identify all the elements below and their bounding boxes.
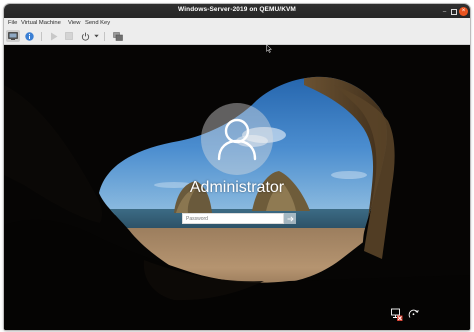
mouse-cursor <box>266 44 272 53</box>
power-icon <box>81 32 89 41</box>
password-input[interactable] <box>182 213 284 224</box>
menu-file[interactable]: File <box>8 20 17 26</box>
toolbar-separator <box>104 32 105 41</box>
vm-display[interactable]: Administrator <box>4 45 470 330</box>
pause-button[interactable] <box>62 30 76 42</box>
toolbar-separator <box>41 32 42 41</box>
window-title: Windows-Server-2019 on QEMU/KVM <box>178 6 296 13</box>
menu-bar: File Virtual Machine View Send Key <box>4 18 470 28</box>
maximize-button[interactable] <box>449 7 458 16</box>
username-label: Administrator <box>189 179 285 196</box>
close-button[interactable]: × <box>459 7 468 16</box>
details-button[interactable] <box>22 30 36 42</box>
snapshot-icon <box>113 31 123 41</box>
vm-viewer-window: Windows-Server-2019 on QEMU/KVM – × File… <box>4 4 470 330</box>
network-button[interactable] <box>389 307 403 321</box>
console-icon <box>8 32 18 40</box>
menu-virtual-machine[interactable]: Virtual Machine <box>21 20 61 26</box>
close-icon: × <box>461 7 466 15</box>
run-button[interactable] <box>47 30 61 42</box>
info-icon <box>24 31 34 41</box>
run-icon <box>51 32 58 40</box>
pause-icon <box>65 32 73 40</box>
menu-view[interactable]: View <box>68 20 80 26</box>
ease-of-access-icon <box>408 309 419 318</box>
minimize-button[interactable]: – <box>440 7 449 16</box>
submit-arrow-icon <box>287 215 294 222</box>
console-button[interactable] <box>6 30 20 42</box>
toolbar <box>4 28 470 45</box>
ease-of-access-button[interactable] <box>406 307 420 321</box>
network-icon <box>390 308 402 321</box>
power-menu-button[interactable] <box>92 30 100 42</box>
menu-send-key[interactable]: Send Key <box>85 20 110 26</box>
minimize-icon: – <box>442 8 447 15</box>
user-avatar <box>201 103 273 175</box>
maximize-icon <box>450 8 457 15</box>
dropdown-icon <box>93 34 99 38</box>
power-button[interactable] <box>78 30 92 42</box>
submit-button[interactable] <box>284 213 296 224</box>
user-avatar-icon <box>217 118 257 161</box>
snapshot-button[interactable] <box>111 30 125 42</box>
title-bar: Windows-Server-2019 on QEMU/KVM – × <box>4 4 470 18</box>
